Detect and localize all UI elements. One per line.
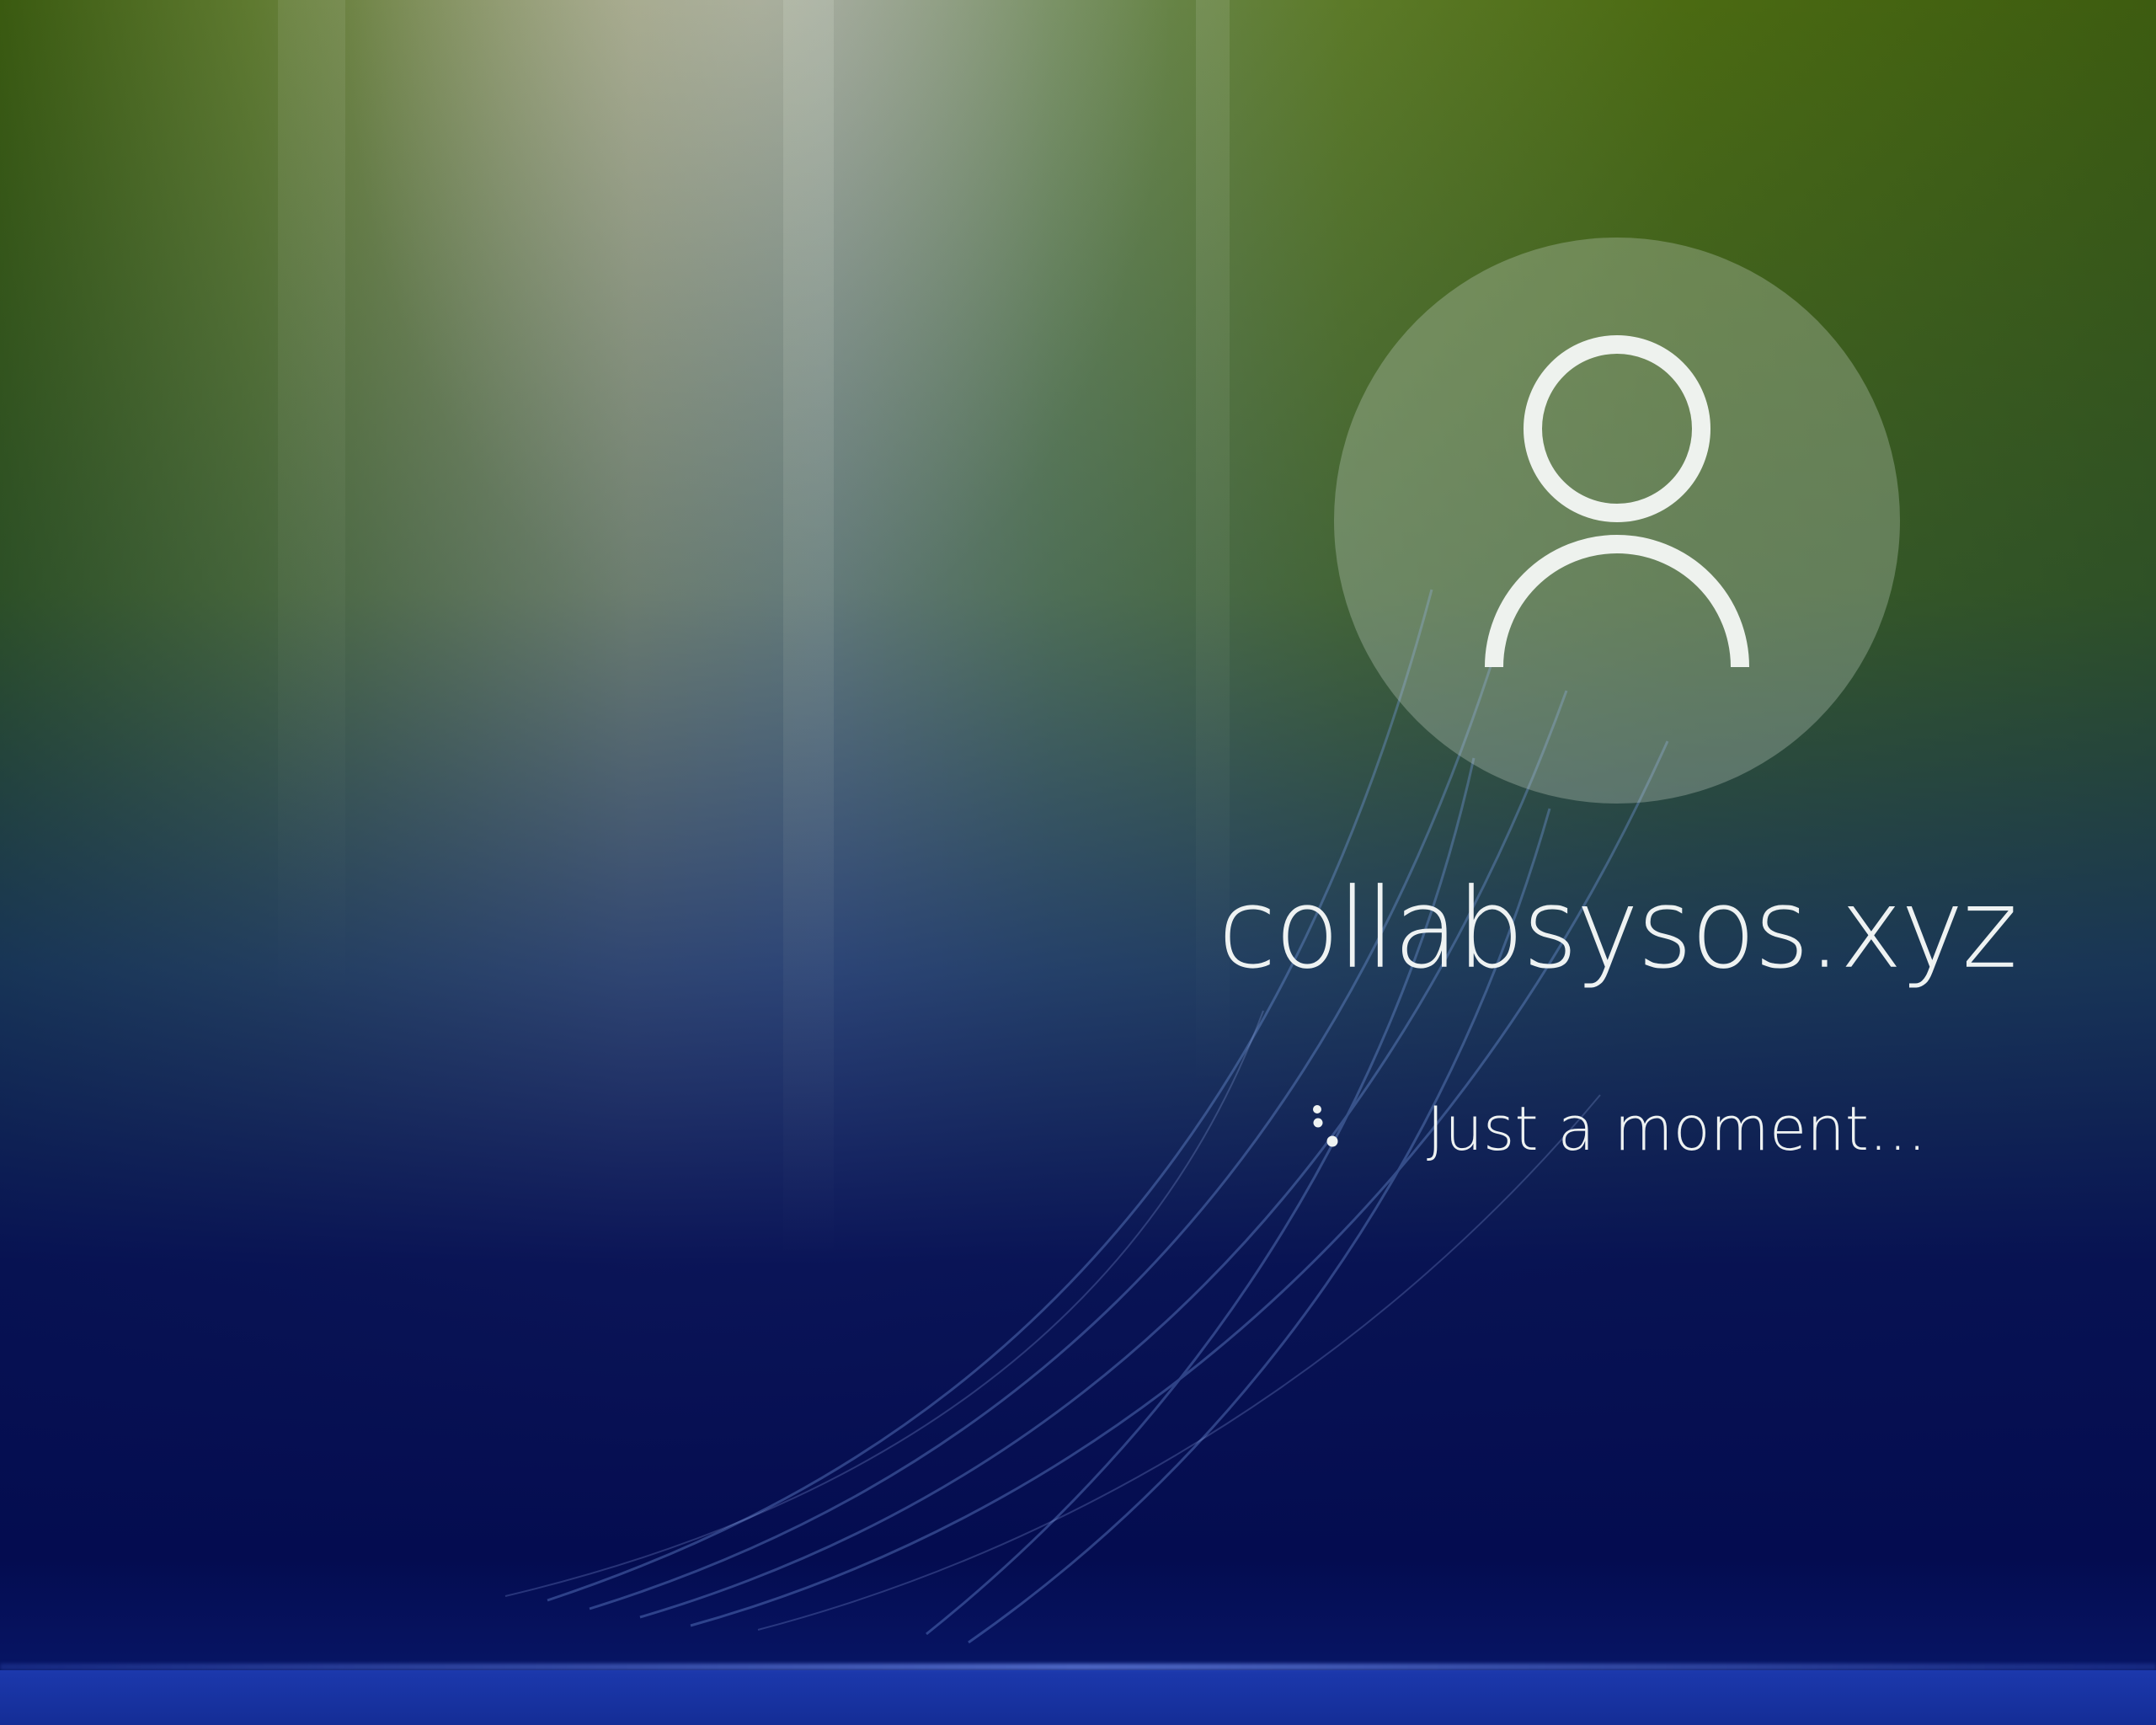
- avatar: [1334, 238, 1900, 804]
- status-message: Just a moment...: [1427, 1093, 1927, 1164]
- username-label: collabsysos.xyz: [1218, 864, 2017, 993]
- user-silhouette-icon: [1485, 335, 1749, 668]
- floor-glow: [0, 1670, 2156, 1725]
- floor-highlight: [0, 1664, 2156, 1670]
- loading-dots-icon: [1313, 1105, 1338, 1147]
- status-row: Just a moment...: [1297, 1095, 1971, 1162]
